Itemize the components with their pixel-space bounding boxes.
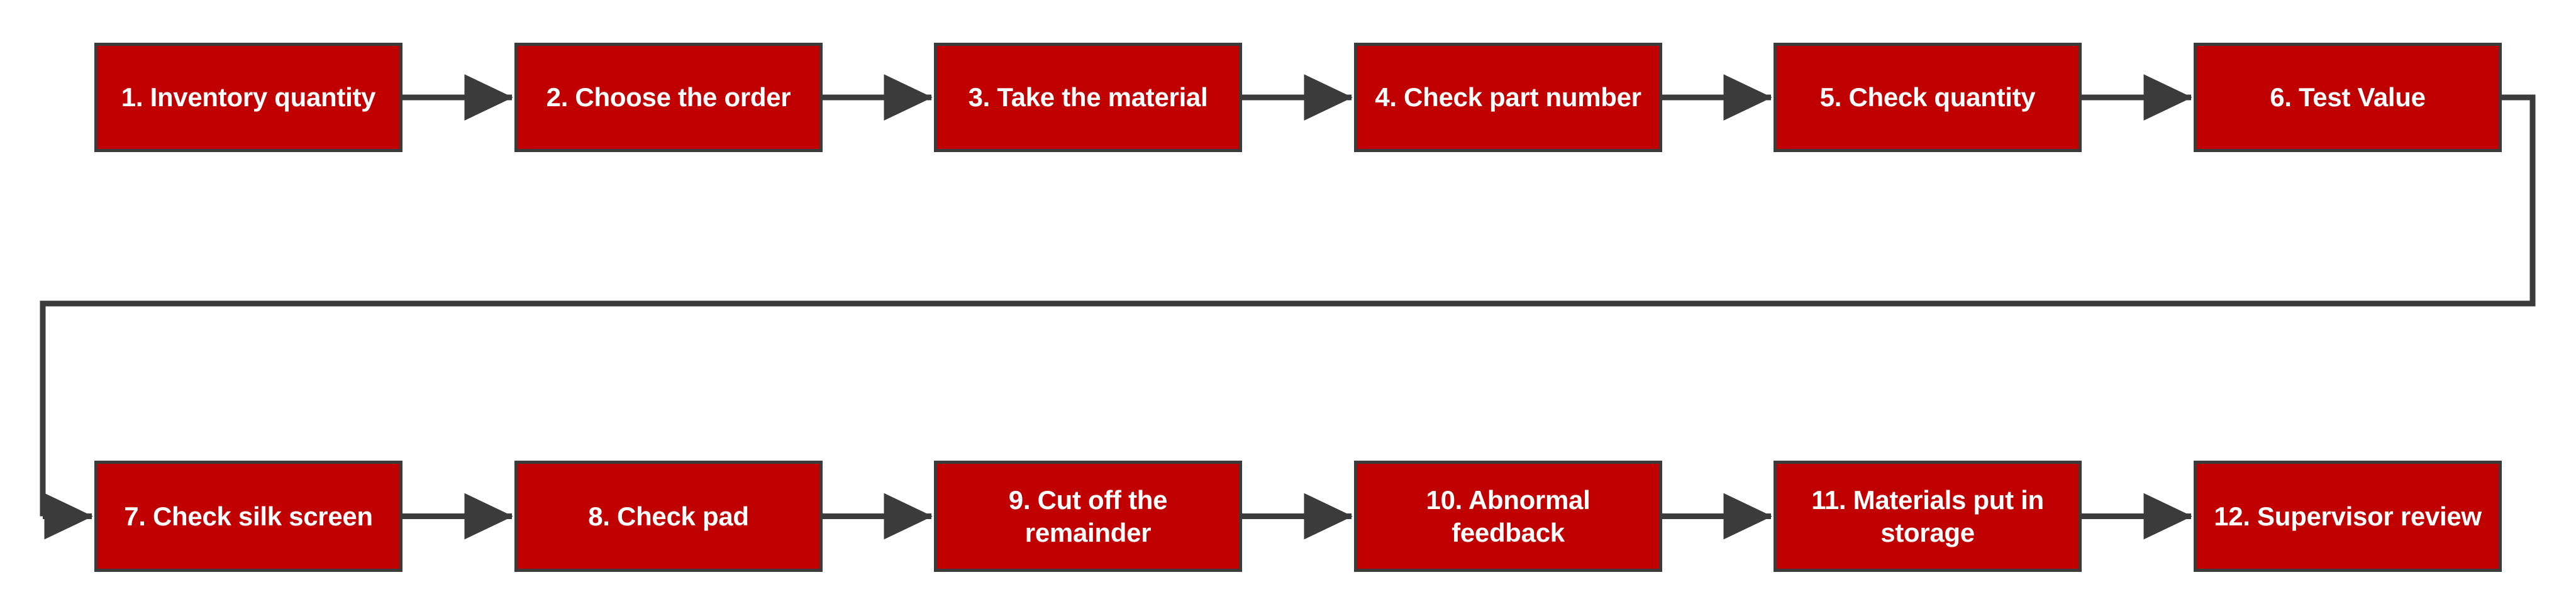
process-box-label: 12. Supervisor review [2214, 501, 2482, 531]
process-box-label: 1. Inventory quantity [121, 82, 376, 112]
process-box-10[interactable]: 10. Abnormal feedback [1354, 461, 1662, 572]
process-box-label: 6. Test Value [2270, 82, 2426, 112]
process-box-label: 9. Cut off the remainder [1008, 485, 1168, 547]
process-box-6[interactable]: 6. Test Value [2194, 43, 2502, 152]
process-box-5[interactable]: 5. Check quantity [1774, 43, 2082, 152]
process-box-4[interactable]: 4. Check part number [1354, 43, 1662, 152]
process-box-label: 5. Check quantity [1819, 82, 2036, 112]
process-box-11[interactable]: 11. Materials put in storage [1774, 461, 2082, 572]
process-box-2[interactable]: 2. Choose the order [514, 43, 823, 152]
process-box-12[interactable]: 12. Supervisor review [2194, 461, 2502, 572]
process-box-9[interactable]: 9. Cut off the remainder [934, 461, 1242, 572]
process-box-label: 7. Check silk screen [124, 501, 373, 531]
process-box-label: 11. Materials put in storage [1811, 485, 2044, 547]
process-box-label: 3. Take the material [968, 82, 1208, 112]
flowchart-canvas: 1. Inventory quantity 2. Choose the order… [0, 0, 2576, 614]
arrow-6-7-path [40, 94, 2536, 517]
process-box-8[interactable]: 8. Check pad [514, 461, 823, 572]
process-box-3[interactable]: 3. Take the material [934, 43, 1242, 152]
process-box-label: 10. Abnormal feedback [1426, 485, 1591, 547]
process-box-label: 4. Check part number [1375, 82, 1641, 112]
connectors-group [40, 74, 2536, 540]
process-box-7[interactable]: 7. Check silk screen [94, 461, 402, 572]
process-box-1[interactable]: 1. Inventory quantity [94, 43, 402, 152]
process-box-label: 2. Choose the order [546, 82, 791, 112]
process-box-label: 8. Check pad [588, 501, 749, 531]
